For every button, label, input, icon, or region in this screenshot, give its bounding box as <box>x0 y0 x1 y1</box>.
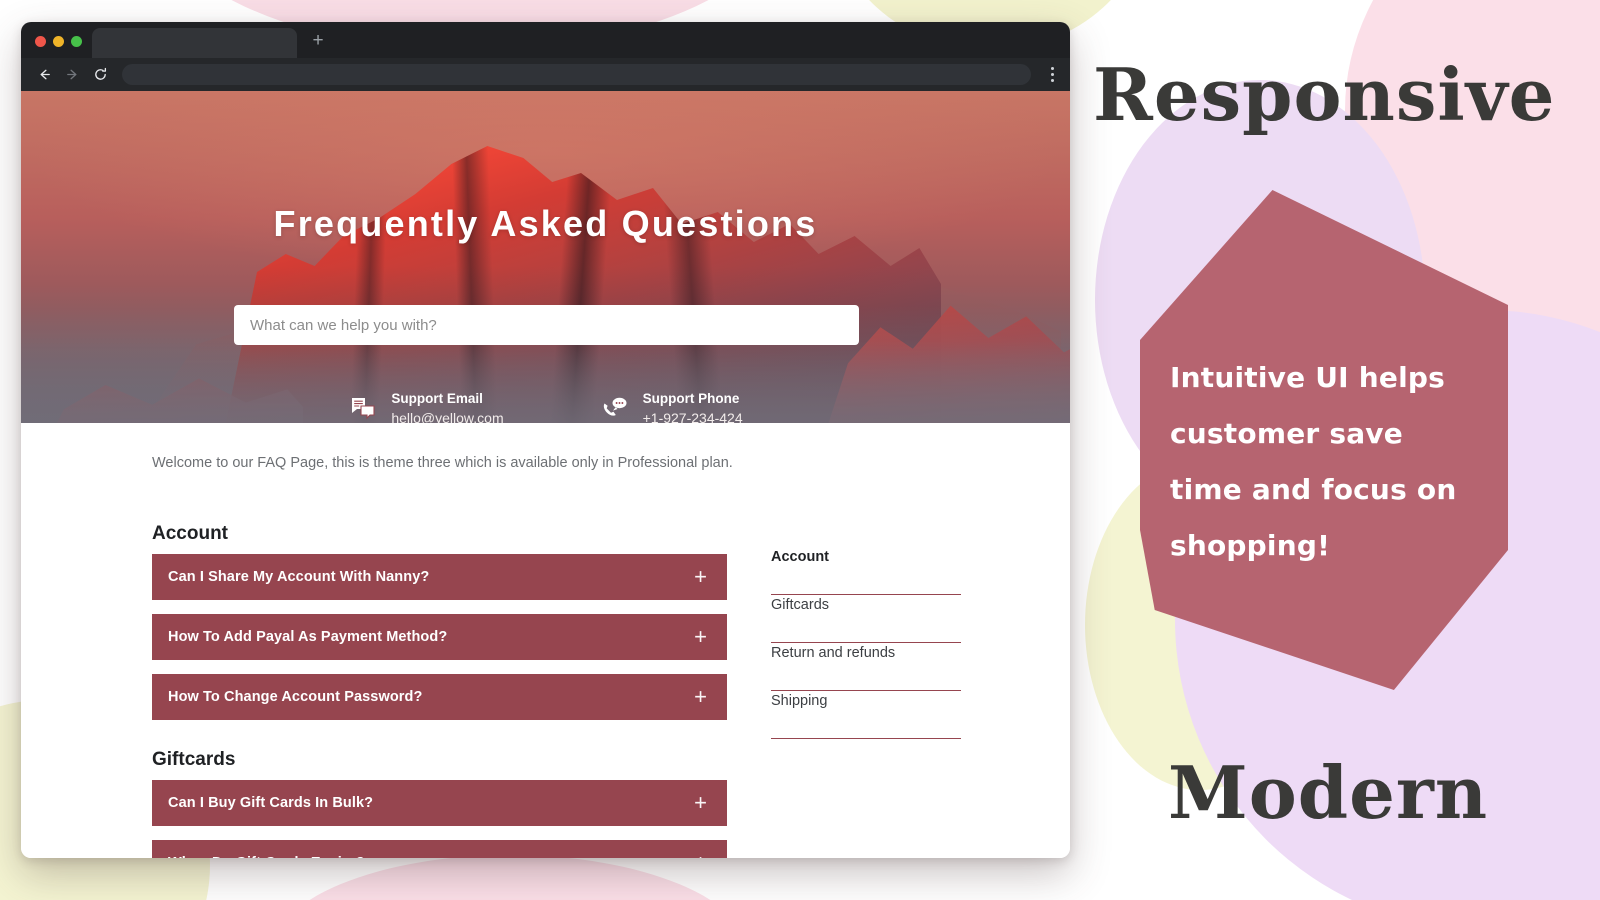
contact-text-block: Support Phone +1-927-234-424 <box>643 389 743 423</box>
search-input[interactable] <box>234 305 859 345</box>
accordion-item[interactable]: How To Change Account Password? + <box>152 674 727 720</box>
contact-value: +1-927-234-424 <box>642 410 743 423</box>
faq-group-account: Account Can I Share My Account With Nann… <box>152 523 727 720</box>
accordion-item[interactable]: Can I Buy Gift Cards In Bulk? + <box>152 780 727 826</box>
faq-page-content: Welcome to our FAQ Page, this is theme t… <box>21 423 1070 858</box>
accordion-question: Can I Share My Account With Nanny? <box>168 569 430 585</box>
contact-value: hello@yellow.com <box>391 410 504 423</box>
accordion-item[interactable]: How To Add Payal As Payment Method? + <box>152 614 727 660</box>
nav-item-return-and-refunds[interactable]: Return and refunds <box>771 643 961 691</box>
window-controls <box>21 36 92 58</box>
new-tab-button[interactable]: + <box>303 26 333 56</box>
forward-button[interactable] <box>59 62 85 88</box>
contact-support-email[interactable]: Support Email hello@yellow.com <box>348 389 504 423</box>
phone-chat-icon <box>600 395 630 423</box>
browser-window: + Frequently Asked Questions What can we… <box>21 22 1070 858</box>
accordion-item[interactable]: When Do Gift Cards Expire? + <box>152 840 727 858</box>
address-bar[interactable] <box>122 64 1031 85</box>
welcome-text: Welcome to our FAQ Page, this is theme t… <box>152 455 733 471</box>
decorative-blob-pink-bottom <box>270 855 750 900</box>
screenshot-stage: Responsive Intuitive UI helps customer s… <box>0 0 1600 900</box>
back-button[interactable] <box>31 62 57 88</box>
chat-bubbles-icon <box>348 395 378 423</box>
accordion-question: How To Change Account Password? <box>168 689 423 705</box>
faq-accordion-column: Account Can I Share My Account With Nann… <box>152 523 727 858</box>
nav-item-giftcards[interactable]: Giftcards <box>771 595 961 643</box>
faq-group-giftcards: Giftcards Can I Buy Gift Cards In Bulk? … <box>152 749 727 858</box>
browser-tab-strip: + <box>21 22 1070 58</box>
faq-hero-banner: Frequently Asked Questions Support Email… <box>21 91 1070 423</box>
plus-icon[interactable]: + <box>694 686 707 708</box>
maximize-window-button[interactable] <box>71 36 82 47</box>
minimize-window-button[interactable] <box>53 36 64 47</box>
plus-icon[interactable]: + <box>694 792 707 814</box>
hero-contact-list: Support Email hello@yellow.com Support P… <box>21 389 1070 423</box>
promo-hexagon-text: Intuitive UI helps customer save time an… <box>1170 361 1457 562</box>
faq-category-nav: Account Giftcards Return and refunds Shi… <box>771 523 961 858</box>
browser-tab[interactable] <box>92 28 297 58</box>
accordion-question: Can I Buy Gift Cards In Bulk? <box>168 795 374 811</box>
accordion-question: How To Add Payal As Payment Method? <box>168 629 448 645</box>
faq-group-title: Account <box>152 523 228 544</box>
page-title: Frequently Asked Questions <box>273 203 818 244</box>
browser-toolbar <box>21 58 1070 91</box>
plus-icon[interactable]: + <box>694 852 707 859</box>
promo-heading-modern: Modern <box>1168 750 1489 835</box>
contact-label: Support Email <box>391 391 483 406</box>
reload-button[interactable] <box>87 62 113 88</box>
kebab-menu-icon[interactable] <box>1042 63 1062 87</box>
close-window-button[interactable] <box>35 36 46 47</box>
plus-icon[interactable]: + <box>694 566 707 588</box>
contact-support-phone[interactable]: Support Phone +1-927-234-424 <box>600 389 743 423</box>
faq-group-title: Giftcards <box>152 749 236 770</box>
promo-heading-responsive: Responsive <box>1093 52 1556 137</box>
contact-text-block: Support Email hello@yellow.com <box>391 389 503 423</box>
faq-layout: Account Can I Share My Account With Nann… <box>152 523 1042 858</box>
contact-label: Support Phone <box>642 391 740 406</box>
nav-item-account[interactable]: Account <box>771 547 961 595</box>
plus-icon[interactable]: + <box>694 626 707 648</box>
nav-item-shipping[interactable]: Shipping <box>771 691 961 739</box>
accordion-item[interactable]: Can I Share My Account With Nanny? + <box>152 554 727 600</box>
accordion-question: When Do Gift Cards Expire? <box>168 855 365 858</box>
